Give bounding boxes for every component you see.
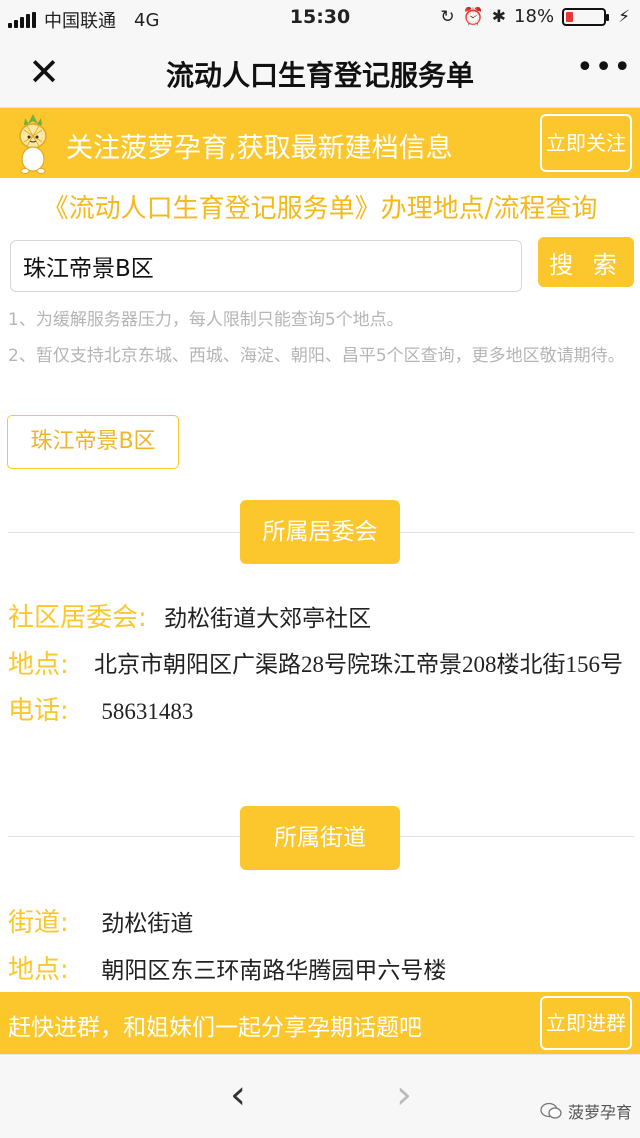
back-arrow-icon[interactable]: ‹ <box>218 1073 258 1117</box>
search-input[interactable] <box>10 240 522 292</box>
info-label: 地点: <box>8 650 69 680</box>
info-label: 街道: <box>8 908 69 938</box>
join-group-button[interactable]: 立即进群 <box>540 996 632 1050</box>
follow-banner-text: 关注菠萝孕育,获取最新建档信息 <box>66 133 453 164</box>
note-item: 2、暂仅支持北京东城、西城、海淀、朝阳、昌平5个区查询，更多地区敬请期待。 <box>8 346 625 366</box>
alarm-icon: ⏰ <box>462 6 484 27</box>
info-value: 北京市朝阳区广渠路28号院珠江帝景208楼北街156号 <box>94 652 623 677</box>
status-right: ↻ ⏰ ✱ 18% ⚡ <box>440 6 630 27</box>
street-info: 街道: 劲松街道 地点: 朝阳区东三环南路华腾园甲六号楼 <box>8 900 634 994</box>
wechat-icon <box>540 1102 562 1119</box>
info-label: 地点: <box>8 955 69 985</box>
charging-icon: ⚡ <box>618 6 630 27</box>
pineapple-mascot-icon <box>19 114 47 174</box>
notes: 1、为缓解服务器压力，每人限制只能查询5个地点。 2、暂仅支持北京东城、西城、海… <box>8 302 634 374</box>
orientation-lock-icon: ↻ <box>440 6 455 27</box>
bluetooth-icon: ✱ <box>491 6 507 27</box>
phone-value[interactable]: 58631483 <box>101 699 193 724</box>
info-row: 地点: 北京市朝阳区广渠路28号院珠江帝景208楼北街156号 <box>8 642 634 688</box>
battery-icon <box>562 7 610 26</box>
query-subtitle: 《流动人口生育登记服务单》办理地点/流程查询 <box>42 194 598 224</box>
info-row: 电话: 58631483 <box>8 688 634 735</box>
info-value: 劲松街道大郊亭社区 <box>164 606 372 632</box>
battery-percent: 18% <box>514 6 555 27</box>
info-row: 地点: 朝阳区东三环南路华腾园甲六号楼 <box>8 947 634 994</box>
more-icon[interactable]: ••• <box>576 50 631 90</box>
committee-section-label: 所属居委会 <box>240 500 400 564</box>
watermark: 菠萝孕育 <box>540 1099 632 1123</box>
street-section-label: 所属街道 <box>240 806 400 870</box>
committee-info: 社区居委会: 劲松街道大郊亭社区 地点: 北京市朝阳区广渠路28号院珠江帝景20… <box>8 595 634 735</box>
info-row: 街道: 劲松街道 <box>8 900 634 947</box>
note-item: 1、为缓解服务器压力，每人限制只能查询5个地点。 <box>8 310 404 330</box>
browser-toolbar: ‹ › 菠萝孕育 <box>0 1054 640 1138</box>
page-title: 流动人口生育登记服务单 <box>165 59 474 92</box>
info-value: 朝阳区东三环南路华腾园甲六号楼 <box>101 958 447 984</box>
nav-bar: ✕ 流动人口生育登记服务单 ••• <box>0 36 640 108</box>
follow-banner: 关注菠萝孕育,获取最新建档信息 立即关注 <box>0 108 640 178</box>
info-value: 劲松街道 <box>101 911 194 937</box>
battery-fill <box>566 11 573 22</box>
group-banner-text: 赶快进群，和姐妹们一起分享孕期话题吧 <box>8 1015 422 1041</box>
status-bar: 中国联通 4G 15:30 ↻ ⏰ ✱ 18% ⚡ <box>0 0 640 36</box>
watermark-text: 菠萝孕育 <box>567 1103 632 1122</box>
group-banner: 赶快进群，和姐妹们一起分享孕期话题吧 立即进群 <box>0 992 640 1054</box>
info-label: 电话: <box>8 696 69 726</box>
forward-arrow-icon[interactable]: › <box>384 1073 424 1117</box>
search-button[interactable]: 搜 索 <box>538 237 634 287</box>
info-label: 社区居委会: <box>8 603 147 633</box>
history-tag[interactable]: 珠江帝景B区 <box>7 415 179 469</box>
follow-now-button[interactable]: 立即关注 <box>540 114 632 172</box>
info-row: 社区居委会: 劲松街道大郊亭社区 <box>8 595 634 642</box>
